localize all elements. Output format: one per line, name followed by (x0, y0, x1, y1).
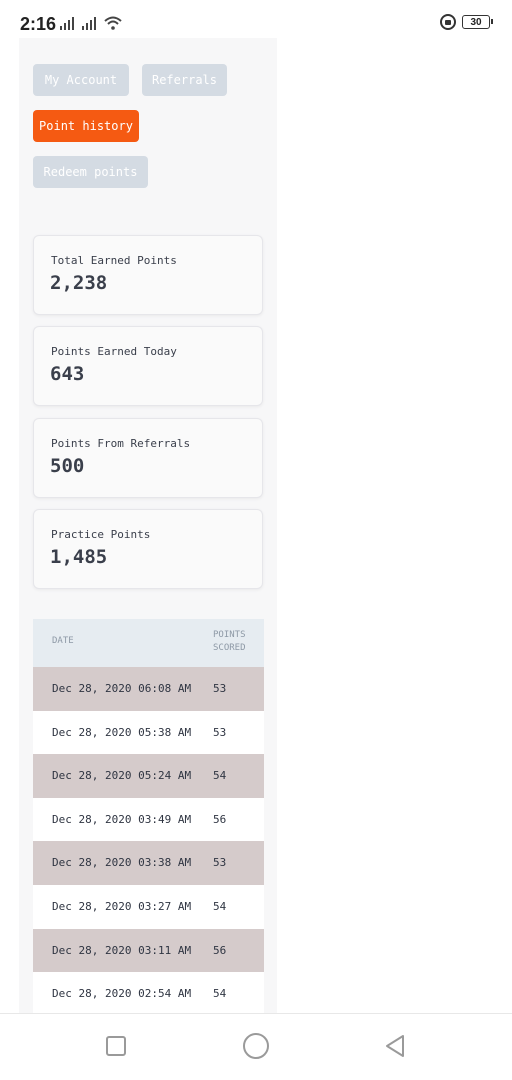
stat-label: Points From Referrals (51, 437, 191, 450)
row-points: 54 (213, 987, 227, 1001)
stat-label: Total Earned Points (51, 254, 177, 267)
main-panel: My Account Referrals Point history Redee… (19, 38, 277, 1013)
row-points: 53 (213, 725, 227, 739)
signal-icon (60, 16, 78, 30)
row-date: Dec 28, 2020 05:24 AM (52, 769, 192, 783)
row-points: 54 (213, 899, 227, 913)
point-history-button[interactable]: Point history (33, 110, 139, 142)
row-date: Dec 28, 2020 03:27 AM (52, 899, 192, 913)
status-bar: 2:16 30 (0, 0, 512, 40)
table-row: Dec 28, 2020 06:08 AM 53 (33, 667, 264, 711)
stat-label: Points Earned Today (51, 345, 177, 358)
table-row: Dec 28, 2020 05:24 AM 54 (33, 754, 264, 798)
row-date: Dec 28, 2020 03:49 AM (52, 812, 192, 826)
row-points: 53 (213, 856, 227, 870)
row-date: Dec 28, 2020 05:38 AM (52, 725, 192, 739)
lock-rotation-icon (440, 14, 456, 30)
row-date: Dec 28, 2020 02:54 AM (52, 987, 192, 1001)
battery-level: 30 (470, 16, 482, 28)
table-row: Dec 28, 2020 03:49 AM 56 (33, 797, 264, 842)
stat-value: 2,238 (50, 272, 108, 294)
stat-value: 643 (50, 363, 85, 385)
stat-card-from-referrals: Points From Referrals 500 (33, 418, 263, 498)
stat-value: 1,485 (50, 546, 108, 568)
status-time: 2:16 (20, 14, 57, 34)
table-row: Dec 28, 2020 05:38 AM 53 (33, 710, 264, 755)
home-icon[interactable] (243, 1033, 269, 1059)
row-date: Dec 28, 2020 03:38 AM (52, 856, 192, 870)
row-points: 53 (213, 682, 227, 695)
recent-apps-icon[interactable] (106, 1036, 126, 1056)
row-points: 54 (213, 769, 227, 783)
stat-card-earned-today: Points Earned Today 643 (33, 326, 263, 406)
table-row: Dec 28, 2020 03:38 AM 53 (33, 841, 264, 885)
back-icon[interactable] (383, 1034, 407, 1058)
wifi-icon (104, 16, 122, 30)
battery-icon: 30 (462, 15, 493, 29)
signal-icon (82, 16, 100, 30)
row-date: Dec 28, 2020 03:11 AM (52, 943, 192, 957)
stat-card-practice-points: Practice Points 1,485 (33, 509, 263, 589)
row-points: 56 (213, 812, 227, 826)
row-points: 56 (213, 943, 227, 957)
redeem-points-button[interactable]: Redeem points (33, 156, 148, 188)
column-header-date: DATE (52, 636, 74, 646)
status-icons-right: 30 (440, 14, 493, 30)
my-account-button[interactable]: My Account (33, 64, 129, 96)
status-icons-left (60, 16, 122, 30)
stat-label: Practice Points (51, 528, 151, 541)
column-header-points: POINTS SCORED (213, 630, 246, 653)
row-date: Dec 28, 2020 06:08 AM (52, 682, 192, 695)
stat-card-total-earned: Total Earned Points 2,238 (33, 235, 263, 315)
table-row: Dec 28, 2020 03:11 AM 56 (33, 928, 264, 973)
stat-value: 500 (50, 455, 85, 477)
table-row: Dec 28, 2020 02:54 AM 54 (33, 972, 264, 1013)
point-history-table: DATE POINTS SCORED Dec 28, 2020 06:08 AM… (33, 619, 264, 1013)
table-header: DATE POINTS SCORED (33, 619, 264, 667)
referrals-button[interactable]: Referrals (142, 64, 227, 96)
system-nav-bar (0, 1013, 512, 1080)
table-row: Dec 28, 2020 03:27 AM 54 (33, 884, 264, 929)
